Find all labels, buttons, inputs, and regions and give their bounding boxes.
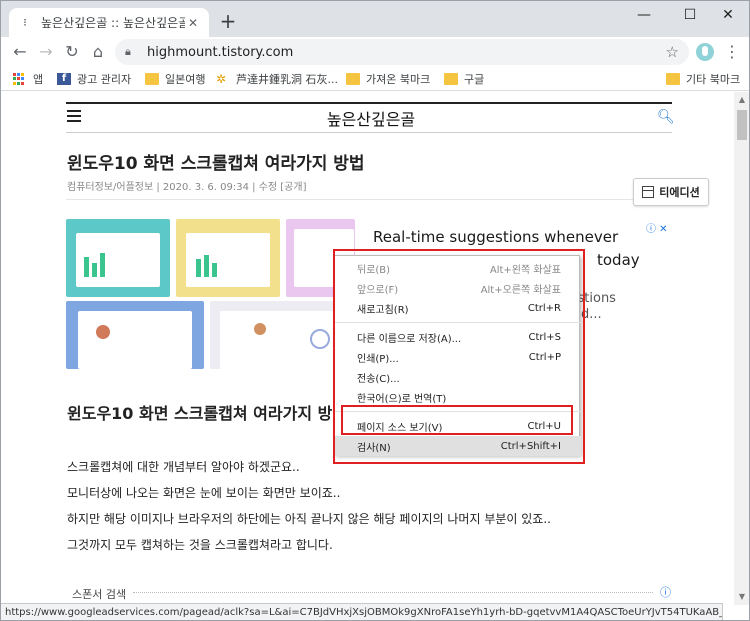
back-button[interactable]: ← bbox=[9, 41, 31, 63]
header-divider bbox=[66, 132, 672, 133]
tiedition-button[interactable]: 티에디션 bbox=[633, 178, 709, 206]
bookmark-label: 구글 bbox=[464, 73, 485, 86]
browser-toolbar: ← → ↻ ⌂ 🔒︎ highmount.tistory.com ☆ ⋮ bbox=[1, 37, 749, 67]
divider bbox=[133, 592, 653, 593]
ad-info-icon[interactable]: ⓘ ✕ bbox=[646, 220, 668, 235]
bookmark-item[interactable]: 가져온 북마크 bbox=[346, 71, 430, 87]
bookmarks-bar: 앱 f 광고 관리자 일본여행 ✲ 芦達井鍾乳洞 石灰... 가져온 북마크 구… bbox=[1, 67, 749, 91]
info-icon[interactable]: ⓘ bbox=[660, 584, 671, 600]
forward-button[interactable]: → bbox=[35, 41, 57, 63]
bookmark-item[interactable]: f 광고 관리자 bbox=[57, 71, 131, 87]
home-button[interactable]: ⌂ bbox=[87, 41, 109, 63]
paragraph: 스크롤캡쳐에 대한 개념부터 알아야 하겠군요.. bbox=[67, 460, 300, 474]
tab-active[interactable]: ⁝ 높은산깊은골 :: 높은산깊은골 ✕ bbox=[9, 8, 209, 37]
url-text[interactable]: highmount.tistory.com bbox=[147, 45, 666, 60]
post-title: 윈도우10 화면 스크롤캡쳐 여라가지 방법 bbox=[67, 154, 365, 174]
minimize-button[interactable]: — bbox=[621, 1, 667, 29]
address-bar[interactable]: 🔒︎ highmount.tistory.com ☆ bbox=[115, 39, 689, 65]
bookmark-label: 일본여행 bbox=[165, 73, 206, 86]
highlight-box-view-source bbox=[341, 405, 573, 435]
tiedition-icon bbox=[642, 186, 655, 198]
tab-title: 높은산깊은골 :: 높은산깊은골 bbox=[41, 16, 185, 30]
folder-icon bbox=[666, 73, 680, 85]
site-title[interactable]: 높은산깊은골 bbox=[301, 106, 441, 130]
facebook-icon: f bbox=[57, 73, 71, 85]
new-tab-button[interactable]: + bbox=[217, 11, 239, 33]
bookmark-item[interactable]: 구글 bbox=[444, 71, 484, 87]
bookmark-apps[interactable]: 앱 bbox=[13, 71, 43, 87]
ad-tile bbox=[176, 219, 280, 297]
divider bbox=[66, 199, 672, 200]
bookmark-label: 광고 관리자 bbox=[77, 73, 132, 86]
browser-window: ⁝ 높은산깊은골 :: 높은산깊은골 ✕ + — ☐ ✕ ← → ↻ ⌂ 🔒︎ … bbox=[0, 0, 750, 621]
paragraph: 그것까지 모두 캡쳐하는 것을 스크롤캡쳐라고 합니다. bbox=[67, 538, 333, 552]
bookmark-item[interactable]: 일본여행 bbox=[145, 71, 205, 87]
folder-icon bbox=[444, 73, 458, 85]
bookmark-other[interactable]: 기타 북마크 bbox=[666, 71, 740, 87]
sponsored-search-label: 스폰서 검색 bbox=[72, 588, 127, 601]
bookmark-label: 앱 bbox=[33, 73, 44, 86]
folder-icon bbox=[145, 73, 159, 85]
site-icon: ✲ bbox=[216, 72, 227, 86]
tistory-favicon-icon: ⁝ bbox=[23, 16, 27, 29]
ad-image[interactable] bbox=[66, 219, 355, 369]
tab-close-icon[interactable]: ✕ bbox=[185, 15, 201, 31]
browser-menu-button[interactable]: ⋮ bbox=[723, 41, 741, 63]
folder-icon bbox=[346, 73, 360, 85]
vertical-scrollbar[interactable]: ▲ ▼ bbox=[734, 92, 749, 605]
bookmark-item[interactable]: ✲ 芦達井鍾乳洞 石灰... bbox=[216, 71, 338, 87]
tab-strip: ⁝ 높은산깊은골 :: 높은산깊은골 ✕ + — ☐ ✕ bbox=[1, 1, 749, 37]
status-bar-url: https://www.googleadservices.com/pagead/… bbox=[1, 603, 723, 620]
extension-icon[interactable] bbox=[696, 43, 714, 61]
scroll-thumb[interactable] bbox=[737, 110, 747, 140]
close-window-button[interactable]: ✕ bbox=[705, 1, 749, 29]
ad-headline[interactable]: Real-time suggestions whenever bbox=[373, 226, 633, 249]
bookmark-star-icon[interactable]: ☆ bbox=[666, 43, 679, 61]
ad-headline-2[interactable]: today bbox=[597, 249, 640, 272]
bookmark-label: 芦達井鍾乳洞 石灰... bbox=[236, 73, 338, 86]
ad-tile bbox=[66, 301, 204, 369]
post-meta: 컴퓨터정보/어플정보 | 2020. 3. 6. 09:34 | 수정 [공개] bbox=[67, 182, 307, 193]
apps-grid-icon bbox=[13, 73, 27, 85]
scroll-up-arrow-icon[interactable]: ▲ bbox=[734, 92, 749, 108]
bookmark-label: 기타 북마크 bbox=[686, 73, 741, 86]
hamburger-menu-icon[interactable] bbox=[67, 110, 81, 122]
section-title: 윈도우10 화면 스크롤캡쳐 여라가지 방법 bbox=[67, 404, 348, 423]
header-divider bbox=[66, 102, 672, 104]
tiedition-label: 티에디션 bbox=[659, 186, 700, 199]
paragraph: 모니터상에 나오는 화면은 눈에 보이는 화면만 보이죠.. bbox=[67, 486, 341, 500]
paragraph: 하지만 해당 이미지나 브라우저의 하단에는 아직 끝나지 않은 해당 페이지의… bbox=[67, 512, 551, 526]
reload-button[interactable]: ↻ bbox=[61, 41, 83, 63]
ad-tile bbox=[66, 219, 170, 297]
bookmark-label: 가져온 북마크 bbox=[366, 73, 431, 86]
lock-icon: 🔒︎ bbox=[125, 45, 131, 58]
scroll-down-arrow-icon[interactable]: ▼ bbox=[734, 589, 749, 605]
search-icon[interactable]: 🔍︎ bbox=[657, 109, 675, 125]
